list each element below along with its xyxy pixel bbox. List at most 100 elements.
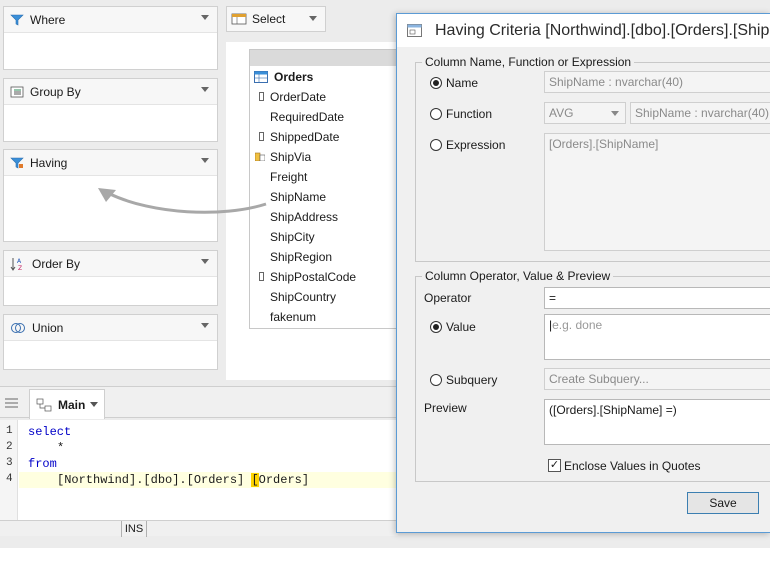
preview-box: ([Orders].[ShipName] =) [544,399,770,445]
name-field[interactable]: ShipName : nvarchar(40) [544,71,770,93]
query-builder-window: Where Group By Having AZ Order By Union [0,0,770,548]
svg-text:A: A [17,258,22,265]
menu-icon[interactable] [5,397,19,409]
having-label: Having [30,155,68,170]
operator-value-group: Column Operator, Value & Preview Operato… [415,269,770,482]
union-panel[interactable]: Union [3,314,218,370]
subquery-tree-icon [36,398,52,411]
orders-table-header[interactable]: Orders [250,66,398,88]
where-panel[interactable]: Where [3,6,218,70]
column-item[interactable]: ShipName [270,190,326,204]
save-button[interactable]: Save [687,492,759,514]
tab-main-label: Main [58,397,86,412]
subquery-label: Subquery [446,373,498,387]
group-label: Column Operator, Value & Preview [422,269,614,283]
function-radio[interactable] [430,108,442,120]
svg-text:Z: Z [18,265,22,271]
union-panel-header[interactable]: Union [4,315,217,341]
function-label: Function [446,107,493,121]
sql-keyword: select [28,425,72,439]
union-icon [11,322,25,333]
date-field-icon [259,272,264,281]
having-panel-header[interactable]: Having [4,150,217,176]
value-label: Value [446,320,476,334]
column-expression-group: Column Name, Function or Expression Name… [415,55,770,262]
select-label: Select [252,12,286,26]
line-number: 4 [6,473,13,485]
sql-text: Orders] [258,473,310,487]
date-field-icon [259,132,264,141]
chevron-down-icon[interactable] [201,259,209,264]
order-by-panel[interactable]: AZ Order By [3,250,218,306]
column-item[interactable]: ShipRegion [270,250,332,264]
where-panel-header[interactable]: Where [4,7,217,33]
name-radio[interactable] [430,77,442,89]
column-item[interactable]: ShipVia [270,150,311,164]
expression-label: Expression [446,138,506,152]
dialog-app-icon [407,24,422,37]
sql-editor[interactable]: 1 2 3 4 select * from [Northwind].[dbo].… [0,420,398,520]
text-cursor: [ [251,473,259,487]
column-item[interactable]: ShipPostalCode [270,270,356,284]
subquery-radio[interactable] [430,374,442,386]
column-item[interactable]: ShipAddress [270,210,338,224]
value-radio[interactable] [430,321,442,333]
table-name: Orders [274,70,314,84]
dialog-title-bar[interactable]: Having Criteria [Northwind].[dbo].[Order… [397,14,770,47]
operator-field[interactable]: = [544,287,770,309]
group-by-label: Group By [30,84,81,99]
preview-label: Preview [424,401,467,415]
table-icon [254,71,268,83]
chevron-down-icon[interactable] [201,87,209,92]
union-label: Union [32,320,64,335]
sort-az-icon: AZ [10,257,22,271]
name-label: Name [446,76,479,90]
table-box-top-band [250,50,398,66]
having-filter-icon [10,157,24,168]
tab-main[interactable]: Main [29,389,105,419]
status-bar: INS [0,520,398,537]
order-by-panel-header[interactable]: AZ Order By [4,251,217,277]
column-item[interactable]: RequiredDate [270,110,344,124]
select-bar[interactable]: Select [226,6,326,32]
expression-textarea[interactable]: [Orders].[ShipName] [544,133,770,251]
editor-toolbar: Main [0,386,398,419]
chevron-down-icon[interactable] [90,402,98,407]
foreign-key-icon [255,152,265,161]
chevron-down-icon[interactable] [201,158,209,163]
function-select[interactable]: AVG [544,102,626,124]
function-column-field[interactable]: ShipName : nvarchar(40) [630,102,770,124]
group-by-icon [10,86,24,97]
line-number: 2 [6,441,13,453]
chevron-down-icon[interactable] [309,16,317,21]
function-select-value: AVG [549,106,574,120]
group-by-panel[interactable]: Group By [3,78,218,142]
sql-text: [Northwind].[dbo].[Orders] [57,473,252,487]
date-field-icon [259,92,264,101]
line-gutter: 1 2 3 4 [0,420,18,520]
filter-icon [10,14,24,25]
expression-radio[interactable] [430,139,442,151]
column-item[interactable]: ShipCity [270,230,315,244]
sql-keyword: from [28,457,57,471]
value-textarea[interactable]: |e.g. done [544,314,770,360]
chevron-down-icon[interactable] [201,323,209,328]
line-number: 3 [6,457,13,469]
column-item[interactable]: OrderDate [270,90,326,104]
value-placeholder: e.g. done [552,318,603,332]
column-item[interactable]: fakenum [270,310,316,324]
select-columns-icon [231,13,247,25]
group-by-panel-header[interactable]: Group By [4,79,217,105]
column-item[interactable]: ShippedDate [270,130,339,144]
line-number: 1 [6,425,13,437]
operator-label: Operator [424,291,472,305]
column-item[interactable]: Freight [270,170,307,184]
column-item[interactable]: ShipCountry [270,290,336,304]
enclose-quotes-checkbox[interactable]: ✓ [548,459,561,472]
chevron-down-icon[interactable] [201,15,209,20]
order-by-label: Order By [32,256,81,271]
insert-mode-indicator: INS [121,521,147,537]
create-subquery-field[interactable]: Create Subquery... [544,368,770,390]
enclose-quotes-label: Enclose Values in Quotes [564,459,701,473]
having-criteria-dialog[interactable]: Having Criteria [Northwind].[dbo].[Order… [396,13,770,533]
